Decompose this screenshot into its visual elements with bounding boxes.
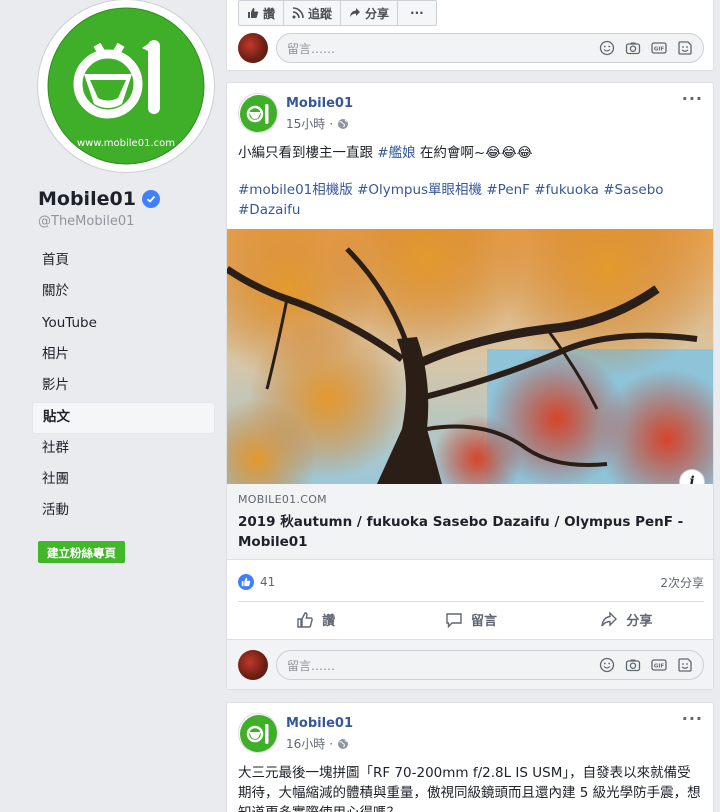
like-reaction-icon xyxy=(238,574,254,590)
nav-item-home[interactable]: 首頁 xyxy=(32,246,215,277)
emoji-icon[interactable] xyxy=(599,40,615,56)
author-avatar[interactable] xyxy=(238,713,278,753)
verified-badge-icon xyxy=(141,190,160,208)
like-button[interactable]: 讚 xyxy=(239,1,285,25)
post-photo[interactable]: i xyxy=(227,229,713,484)
post-card: Mobile01 16小時 · ··· 大三元最後一塊拼圖「RF 70-200m… xyxy=(226,702,714,812)
post-share-label: 分享 xyxy=(626,614,653,629)
create-page-button[interactable]: 建立粉絲專頁 xyxy=(38,541,125,563)
post-comment-label: 留言 xyxy=(470,614,497,629)
page-nav: 首頁 關於 YouTube 相片 影片 貼文 社群 社團 活動 xyxy=(32,246,215,528)
follow-button[interactable]: 追蹤 xyxy=(284,1,342,25)
post-text-suffix: 在約會啊~😂😂😂 xyxy=(415,145,533,161)
nav-item-community[interactable]: 社群 xyxy=(32,434,215,465)
post-timestamp[interactable]: 16小時 xyxy=(286,735,325,752)
comment-input[interactable]: 留言…… GIF xyxy=(276,33,704,63)
previous-post-card: 讚 追蹤 分享 ··· 留言…… GIF xyxy=(226,0,714,71)
gif-icon[interactable]: GIF xyxy=(651,657,667,673)
logo-url-text: www.mobile01.com xyxy=(77,138,175,149)
comment-placeholder: 留言…… xyxy=(287,41,336,56)
camera-icon[interactable] xyxy=(625,657,641,673)
mobile01-logo: www.mobile01.com xyxy=(47,7,205,165)
comment-area: 留言…… GIF xyxy=(227,639,713,689)
emoji-icon[interactable] xyxy=(599,657,615,673)
post-card: Mobile01 15小時 · ··· 小編只看到樓主一直跟 #艦娘 在約會啊~… xyxy=(226,82,714,690)
share-count[interactable]: 2次分享 xyxy=(660,574,704,591)
post-options-icon[interactable]: ··· xyxy=(682,709,703,728)
author-avatar[interactable] xyxy=(238,93,278,133)
post-header: Mobile01 15小時 · xyxy=(238,93,353,133)
share-arrow-icon xyxy=(601,610,618,627)
like-label: 讚 xyxy=(263,6,276,21)
post-timestamp[interactable]: 15小時 xyxy=(286,115,325,132)
share-arrow-icon xyxy=(350,8,361,17)
rss-icon xyxy=(292,7,304,19)
svg-text:GIF: GIF xyxy=(654,664,665,670)
post-body: 大三元最後一塊拼圖「RF 70-200mm f/2.8L IS USM」，自發表… xyxy=(238,765,701,812)
post-header: Mobile01 16小時 · xyxy=(238,713,353,753)
nav-item-events[interactable]: 活動 xyxy=(32,496,215,527)
svg-text:GIF: GIF xyxy=(654,47,665,53)
page-name-row: Mobile01 xyxy=(38,188,160,210)
thumbs-up-icon xyxy=(297,611,313,628)
nav-item-photos[interactable]: 相片 xyxy=(32,340,215,371)
comment-input[interactable]: 留言…… GIF xyxy=(276,650,704,680)
page-name[interactable]: Mobile01 xyxy=(38,188,136,210)
nav-item-about[interactable]: 關於 xyxy=(32,277,215,308)
nav-item-youtube[interactable]: YouTube xyxy=(32,309,215,340)
comment-composer: 留言…… GIF xyxy=(238,31,704,65)
more-options-button[interactable]: ··· xyxy=(398,1,436,25)
nav-item-groups[interactable]: 社團 xyxy=(32,465,215,496)
comment-bubble-icon xyxy=(446,612,462,628)
post-action-bar: 讚 留言 分享 xyxy=(238,601,704,637)
link-preview[interactable]: MOBILE01.COM 2019 秋autumn / fukuoka Sase… xyxy=(227,484,713,560)
mobile01-logo-small xyxy=(240,715,277,752)
autumn-tree-image xyxy=(227,229,713,484)
share-button[interactable]: 分享 xyxy=(341,1,399,25)
hashtag-link[interactable]: #艦娘 xyxy=(377,145,415,161)
like-count[interactable]: 41 xyxy=(260,575,275,589)
comment-composer: 留言…… GIF xyxy=(238,648,704,682)
post-options-icon[interactable]: ··· xyxy=(682,89,703,108)
previous-post-actions: 讚 追蹤 分享 ··· xyxy=(238,0,437,26)
globe-icon xyxy=(338,118,349,129)
nav-item-videos[interactable]: 影片 xyxy=(32,371,215,402)
page-profile-picture[interactable]: www.mobile01.com xyxy=(38,0,214,172)
link-domain: MOBILE01.COM xyxy=(238,493,327,506)
post-body: 小編只看到樓主一直跟 #艦娘 在約會啊~😂😂😂 xyxy=(238,143,704,163)
post-author[interactable]: Mobile01 xyxy=(286,716,353,731)
sticker-icon[interactable] xyxy=(677,657,693,673)
globe-icon xyxy=(338,738,349,749)
post-share-button[interactable]: 分享 xyxy=(549,602,704,637)
post-like-label: 讚 xyxy=(322,614,336,629)
follow-label: 追蹤 xyxy=(308,6,333,21)
post-hashtags[interactable]: #mobile01相機版 #Olympus單眼相機 #PenF #fukuoka… xyxy=(238,180,704,220)
post-comment-button[interactable]: 留言 xyxy=(393,602,548,637)
post-author[interactable]: Mobile01 xyxy=(286,96,353,111)
comment-placeholder: 留言…… xyxy=(287,658,336,673)
camera-icon[interactable] xyxy=(625,40,641,56)
post-stats: 41 2次分享 xyxy=(238,570,704,594)
thumbs-up-icon xyxy=(248,8,259,18)
sticker-icon[interactable] xyxy=(677,40,693,56)
gif-icon[interactable]: GIF xyxy=(651,40,667,56)
left-column: www.mobile01.com Mobile01 @TheMobile01 首… xyxy=(0,0,225,812)
post-like-button[interactable]: 讚 xyxy=(238,602,393,637)
post-text-prefix: 小編只看到樓主一直跟 xyxy=(238,145,378,161)
link-title[interactable]: 2019 秋autumn / fukuoka Sasebo Dazaifu / … xyxy=(238,512,704,552)
share-label: 分享 xyxy=(365,6,390,21)
user-avatar[interactable] xyxy=(238,650,268,680)
nav-item-posts[interactable]: 貼文 xyxy=(32,402,215,434)
mobile01-logo-small xyxy=(240,95,277,132)
page-handle[interactable]: @TheMobile01 xyxy=(38,214,134,229)
user-avatar[interactable] xyxy=(238,33,268,63)
